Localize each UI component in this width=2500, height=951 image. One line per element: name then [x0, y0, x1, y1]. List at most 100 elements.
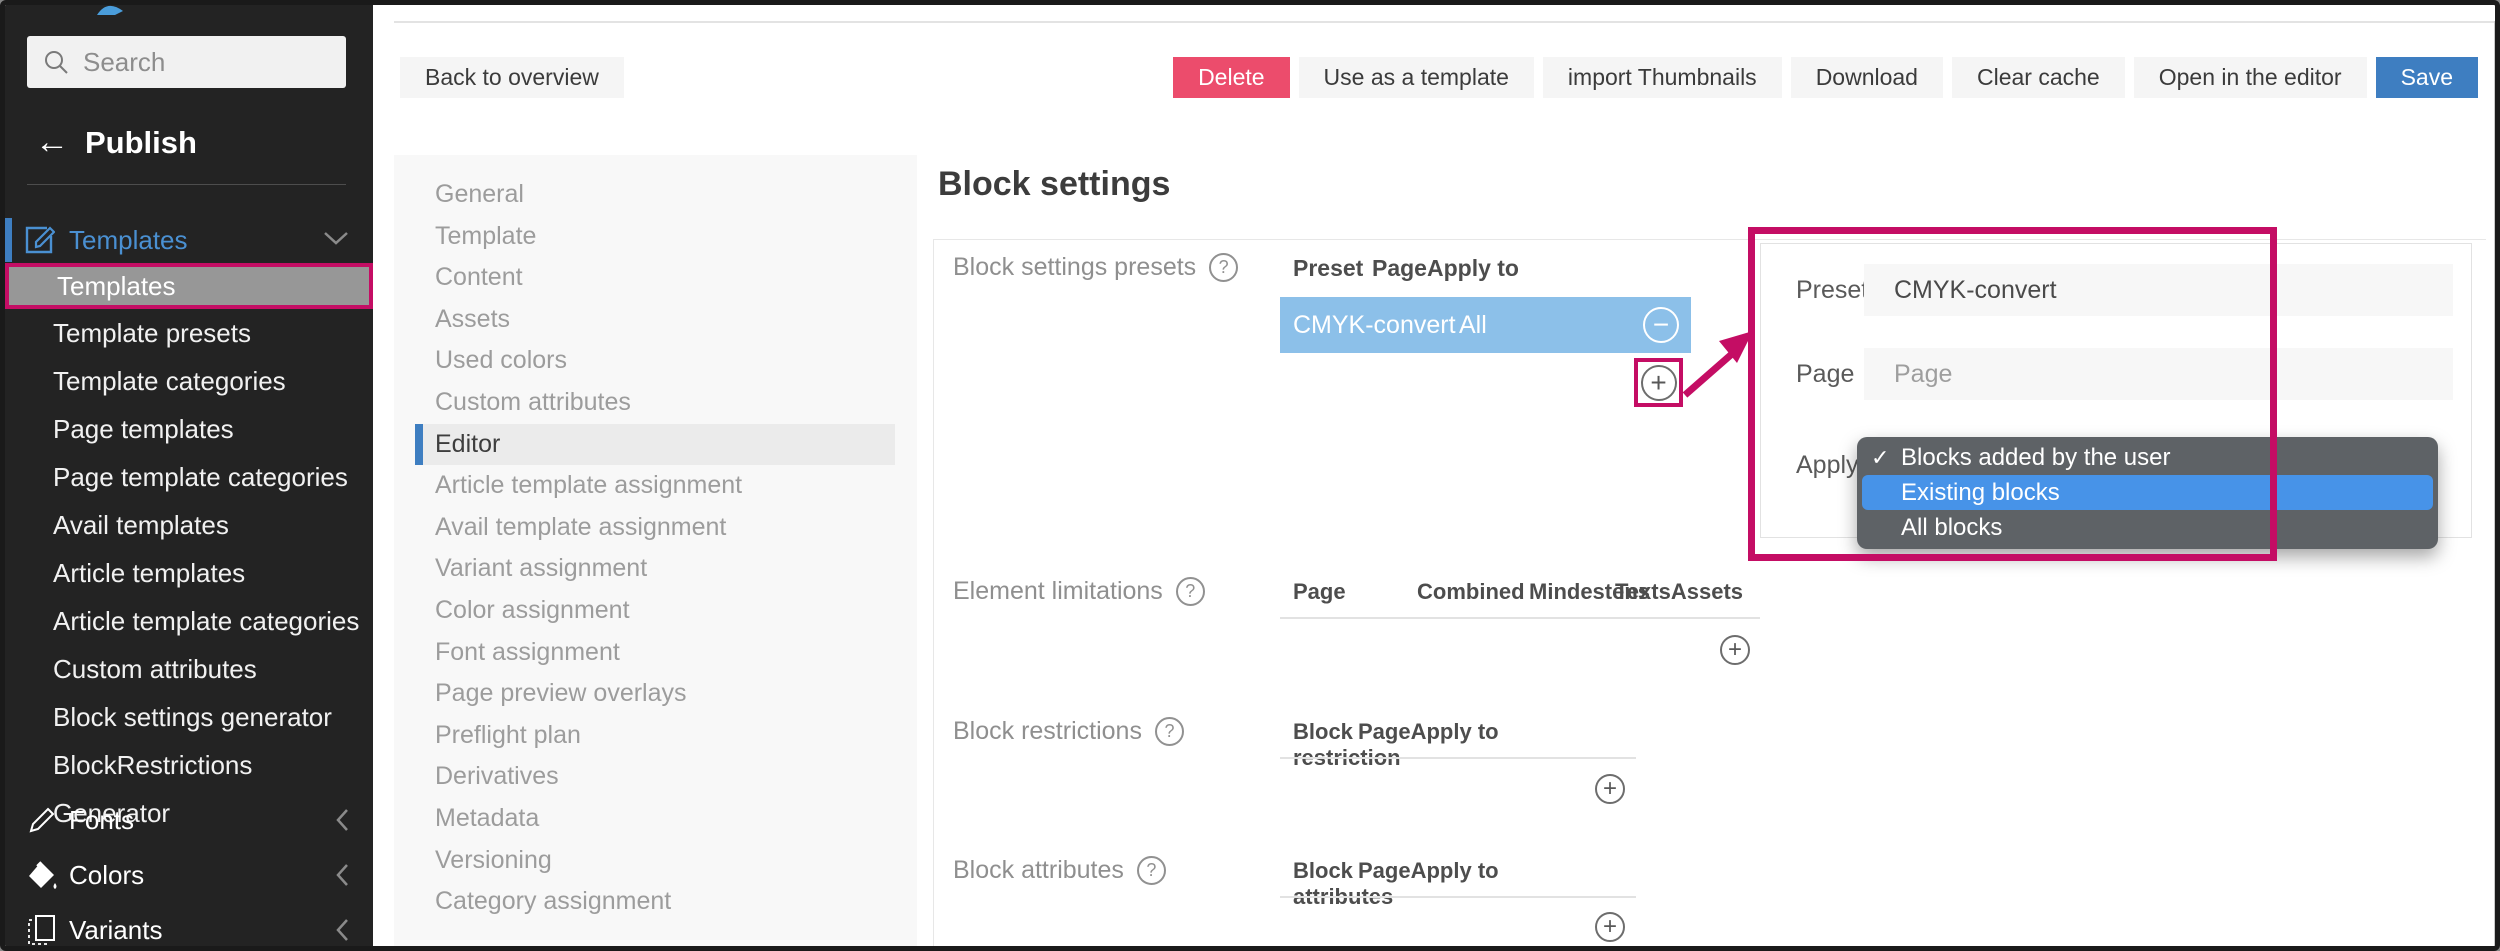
sidebar-item[interactable]: BlockRestrictions Generator — [5, 741, 373, 789]
dropdown-option-label: Existing blocks — [1901, 479, 2060, 506]
dropdown-option[interactable]: All blocks — [1857, 510, 2438, 545]
app-logo-icon — [95, 5, 125, 17]
back-arrow-icon: ← — [35, 123, 69, 162]
pencil-icon — [27, 805, 57, 835]
page-title: Block settings — [938, 165, 1170, 204]
sidebar-item-label: Avail templates — [53, 510, 229, 540]
sidebar-item[interactable]: Page template categories — [5, 453, 373, 501]
settings-nav-item[interactable]: Content — [394, 257, 917, 299]
column-header: Apply to — [1411, 719, 1499, 771]
sidebar-item-label: Colors — [69, 860, 144, 891]
settings-nav-item-label: Color assignment — [435, 596, 630, 624]
block-attributes-label: Block attributes ? — [953, 856, 1166, 885]
sidebar-item[interactable]: Templates — [5, 263, 373, 309]
help-icon[interactable]: ? — [1137, 856, 1166, 885]
settings-nav-item[interactable]: Preflight plan — [394, 715, 917, 757]
sidebar-item[interactable]: Template categories — [5, 357, 373, 405]
settings-nav-item[interactable]: Font assignment — [394, 632, 917, 674]
settings-nav-item[interactable]: Template — [394, 216, 917, 258]
sidebar-item-label: Template categories — [53, 366, 286, 396]
dropdown-option[interactable]: Existing blocks — [1862, 475, 2433, 510]
sidebar-item[interactable]: Article templates — [5, 549, 373, 597]
sidebar-item-fonts[interactable]: Fonts — [5, 798, 373, 842]
settings-nav-item-label: Avail template assignment — [435, 513, 726, 541]
add-block-attribute-button[interactable]: + — [1595, 912, 1625, 942]
column-header: Apply to — [1427, 255, 1519, 282]
sidebar-divider — [27, 184, 346, 185]
preset-field-input[interactable] — [1864, 264, 2453, 316]
dropdown-option[interactable]: Blocks added by the user — [1857, 440, 2438, 475]
back-to-overview-button[interactable]: Back to overview — [400, 57, 624, 98]
settings-nav-item[interactable]: General — [394, 174, 917, 216]
sidebar-item-label: Variants — [69, 915, 162, 946]
sidebar-item[interactable]: Page templates — [5, 405, 373, 453]
publish-back-nav[interactable]: ← Publish — [35, 123, 197, 162]
toolbar-button[interactable]: Open in the editor — [2134, 57, 2367, 98]
settings-nav-item[interactable]: Used colors — [394, 340, 917, 382]
help-icon[interactable]: ? — [1155, 717, 1184, 746]
toolbar-button[interactable]: Save — [2376, 57, 2478, 98]
sidebar-item-label: Fonts — [69, 805, 134, 836]
settings-nav-item[interactable]: Assets — [394, 299, 917, 341]
settings-nav-item-label: Category assignment — [435, 887, 671, 915]
page-field-input[interactable] — [1864, 348, 2453, 400]
help-icon[interactable]: ? — [1176, 577, 1205, 606]
sidebar-menu: Templates Template presets Template cate… — [5, 263, 373, 789]
action-toolbar: DeleteUse as a templateimport Thumbnails… — [1173, 57, 2478, 98]
sidebar-item-colors[interactable]: Colors — [5, 853, 373, 897]
settings-nav-item[interactable]: Custom attributes — [394, 382, 917, 424]
toolbar-button[interactable]: Use as a template — [1299, 57, 1534, 98]
sidebar-item[interactable]: Block settings generator — [5, 693, 373, 741]
settings-nav-item[interactable]: Variant assignment — [394, 548, 917, 590]
presets-table-header: PresetPageApply to — [1293, 255, 1519, 282]
variants-icon — [27, 914, 59, 946]
toolbar-button[interactable]: Delete — [1173, 57, 1289, 98]
page-field-label: Page — [1796, 360, 1854, 389]
settings-nav-item[interactable]: Article template assignment — [394, 465, 917, 507]
settings-nav-item-label: Editor — [435, 430, 500, 458]
chevron-down-icon — [323, 230, 349, 246]
dropdown-option-label: All blocks — [1901, 514, 2002, 541]
settings-nav-item-label: Assets — [435, 305, 510, 333]
settings-nav-item[interactable]: Metadata — [394, 798, 917, 840]
block-attributes-header: Block attributesPageApply to — [1293, 858, 1499, 910]
add-block-restriction-button[interactable]: + — [1595, 774, 1625, 804]
settings-nav-item[interactable]: Versioning — [394, 840, 917, 882]
element-limitations-header: PageCombinedMindestensTextsAssets — [1293, 579, 1743, 605]
sidebar-group-label: Templates — [69, 225, 188, 256]
settings-nav-item[interactable]: Color assignment — [394, 590, 917, 632]
toolbar-button[interactable]: Download — [1791, 57, 1943, 98]
settings-nav-item-label: Metadata — [435, 804, 539, 832]
toolbar-button[interactable]: Clear cache — [1952, 57, 2125, 98]
column-header: Apply to — [1411, 858, 1499, 910]
search-input[interactable] — [83, 47, 323, 78]
add-preset-annotation-box: + — [1634, 358, 1683, 407]
sidebar-item-variants[interactable]: Variants — [5, 908, 373, 951]
element-limitations-label: Element limitations ? — [953, 577, 1205, 606]
column-header: Assets — [1671, 579, 1743, 605]
sidebar-item[interactable]: Article template categories — [5, 597, 373, 645]
sidebar-search — [27, 36, 346, 88]
sidebar-item[interactable]: Template presets — [5, 309, 373, 357]
chevron-left-icon — [335, 863, 349, 887]
settings-nav-item[interactable]: Page preview overlays — [394, 673, 917, 715]
help-icon[interactable]: ? — [1209, 253, 1238, 282]
column-header: Block attributes — [1293, 858, 1358, 910]
add-preset-button[interactable]: + — [1641, 365, 1677, 401]
remove-preset-button[interactable]: − — [1643, 307, 1679, 343]
sidebar-group-templates[interactable]: Templates — [5, 218, 373, 262]
toolbar-button[interactable]: import Thumbnails — [1543, 57, 1782, 98]
settings-nav-item[interactable]: Editor — [415, 424, 895, 466]
settings-nav-item-label: Font assignment — [435, 638, 620, 666]
paint-bucket-icon — [27, 859, 59, 891]
right-edge-divider — [2494, 21, 2496, 951]
panel-border — [933, 239, 2486, 240]
preset-row-selected[interactable]: CMYK-convert All − — [1280, 297, 1691, 353]
settings-nav-item[interactable]: Avail template assignment — [394, 507, 917, 549]
table-divider — [1280, 896, 1636, 898]
sidebar-item[interactable]: Custom attributes — [5, 645, 373, 693]
add-element-limitation-button[interactable]: + — [1720, 635, 1750, 665]
settings-nav-item[interactable]: Category assignment — [394, 881, 917, 923]
settings-nav-item[interactable]: Derivatives — [394, 756, 917, 798]
sidebar-item[interactable]: Avail templates — [5, 501, 373, 549]
